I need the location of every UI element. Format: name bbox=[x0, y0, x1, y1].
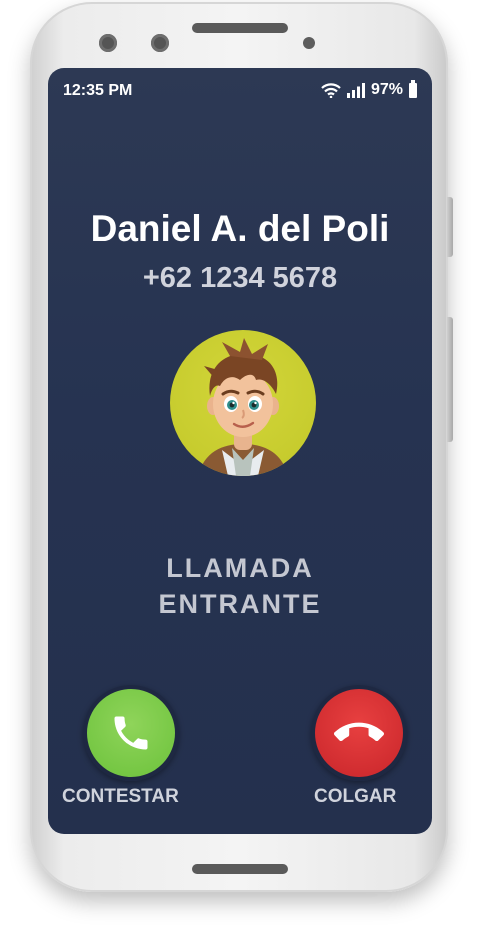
cartoon-boy-avatar bbox=[198, 338, 288, 476]
earpiece-speaker bbox=[192, 23, 288, 33]
incoming-call-screen: 12:35 PM 97% Daniel A. del Poli +62 1234… bbox=[48, 68, 432, 834]
signal-icon bbox=[346, 82, 365, 98]
avatar bbox=[170, 330, 316, 476]
wifi-icon bbox=[321, 83, 341, 98]
caller-number: +62 1234 5678 bbox=[142, 262, 338, 294]
hang-up-icon bbox=[334, 722, 384, 742]
volume-button[interactable] bbox=[447, 317, 453, 442]
proximity-sensor bbox=[303, 37, 315, 49]
battery-percentage: 97% bbox=[370, 81, 403, 98]
power-button[interactable] bbox=[447, 197, 453, 257]
battery-icon bbox=[409, 79, 417, 98]
status-bar: 12:35 PM 97% bbox=[48, 68, 432, 112]
answer-button[interactable] bbox=[83, 685, 179, 781]
call-status-line1: LLAMADA bbox=[166, 553, 314, 583]
decline-label: COLGAR bbox=[314, 786, 397, 807]
bottom-speaker bbox=[192, 864, 288, 874]
phone-icon bbox=[114, 716, 148, 750]
decline-button[interactable] bbox=[311, 685, 407, 781]
call-status: LLAMADA ENTRANTE bbox=[48, 550, 432, 622]
status-icons: 97% bbox=[321, 79, 417, 99]
front-sensor bbox=[151, 34, 169, 52]
answer-label: CONTESTAR bbox=[62, 786, 179, 807]
front-camera bbox=[99, 34, 117, 52]
status-time: 12:35 PM bbox=[63, 82, 133, 99]
caller-name: Daniel A. del Poli bbox=[90, 208, 390, 249]
call-status-line2: ENTRANTE bbox=[158, 589, 322, 619]
